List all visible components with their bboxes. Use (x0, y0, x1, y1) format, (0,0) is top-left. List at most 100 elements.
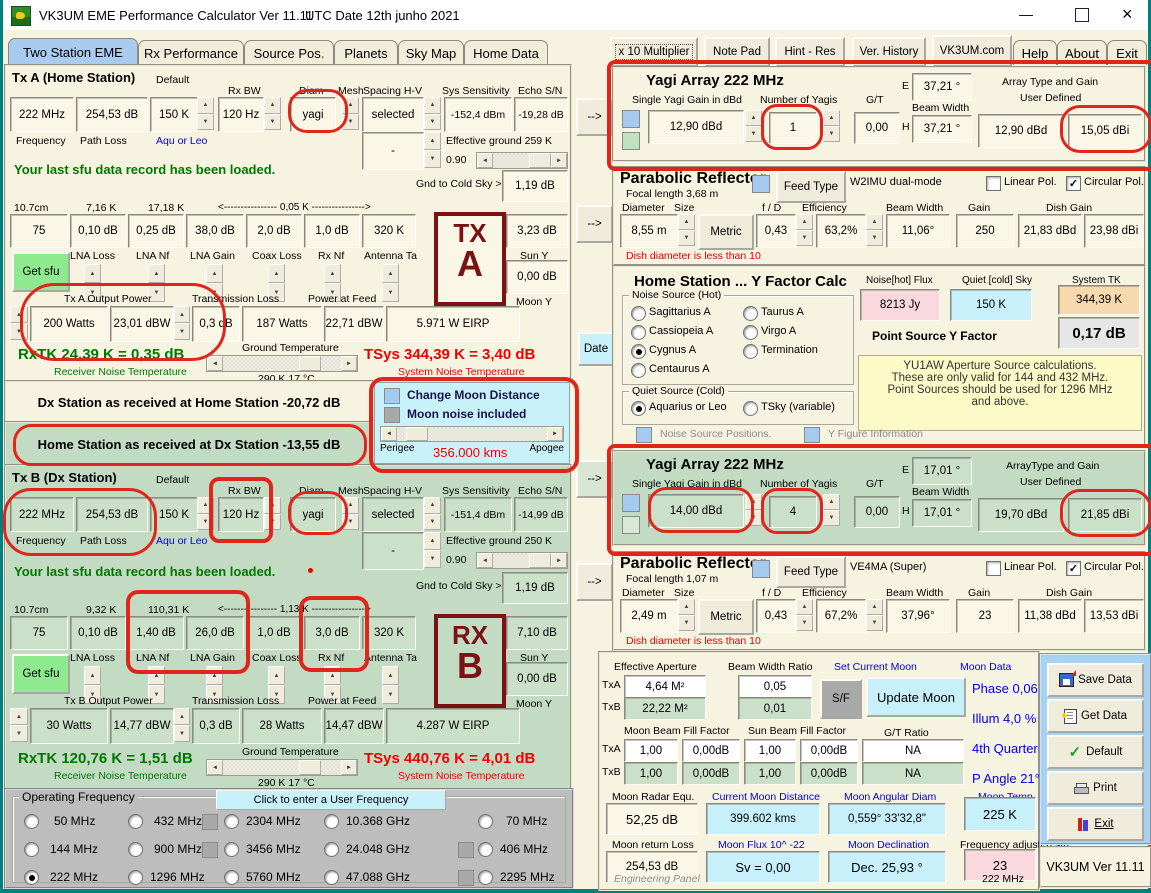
dish1-feed-icon[interactable] (752, 175, 770, 193)
yagi1-blue-icon[interactable] (622, 110, 640, 128)
txb-rxbw-spinner[interactable] (264, 497, 281, 530)
moon-distance-scrollbar[interactable] (380, 426, 564, 442)
engineering-panel-label[interactable]: Engineering Panel (614, 873, 700, 885)
yagi1-gain-spinner[interactable] (745, 110, 762, 142)
txa-transloss-spinner[interactable] (174, 306, 190, 340)
radio-termination[interactable] (743, 344, 758, 359)
txb-temp-spinner[interactable] (197, 497, 214, 530)
txa-mesh-spinner[interactable] (342, 97, 359, 130)
dish1-linear-checkbox[interactable] (986, 176, 1001, 191)
sf-button[interactable]: S/F (820, 679, 862, 719)
maximize-button[interactable] (1075, 8, 1089, 22)
noise-source-positions-icon[interactable] (636, 427, 652, 443)
dish1-circular-checkbox[interactable] (1066, 176, 1081, 191)
radio-cygnus[interactable] (631, 344, 646, 359)
vk3um-site-button[interactable]: VK3UM.com (932, 35, 1012, 67)
radio-cassiopeia[interactable] (631, 325, 646, 340)
scroll-right-icon[interactable] (547, 427, 563, 441)
txa-groundtemp-slider[interactable] (206, 355, 358, 372)
scroll-left-icon[interactable] (207, 356, 223, 371)
txb-aqu-link[interactable]: Aqu or Leo (156, 535, 207, 547)
scroll-right-icon[interactable] (551, 553, 567, 568)
tab-rx-performance[interactable]: Rx Performance (138, 40, 244, 65)
minimize-button[interactable]: — (1019, 6, 1033, 22)
radio-2295mhz[interactable] (478, 870, 493, 885)
radio-virgo[interactable] (743, 325, 758, 340)
transfer-arrow-button-1[interactable]: --> (576, 98, 613, 136)
user-frequency-button[interactable]: Click to enter a User Frequency (216, 790, 446, 810)
txb-power-spinner[interactable] (10, 708, 28, 742)
radio-3456mhz[interactable] (224, 842, 239, 857)
txa-spacing2-spinner[interactable] (424, 132, 441, 168)
y-figure-info-icon[interactable] (804, 427, 820, 443)
x10-multiplier-button[interactable]: x 10 Multiplier (610, 37, 698, 67)
tab-planets[interactable]: Planets (334, 40, 398, 65)
close-button[interactable]: × (1122, 4, 1133, 25)
transfer-arrow-button-3[interactable]: --> (576, 460, 613, 498)
yagi2-blue-icon[interactable] (622, 494, 640, 512)
txa-get-sfu-button[interactable]: Get sfu (12, 252, 70, 292)
txa-temp-spinner[interactable] (197, 97, 214, 130)
dish1-fd-spinner[interactable] (796, 214, 813, 246)
txa-spacing-spinner[interactable] (424, 97, 441, 130)
dish1-metric-button[interactable]: Metric (698, 214, 754, 250)
transfer-arrow-button-2[interactable]: --> (576, 205, 613, 243)
txa-rxbw-spinner[interactable] (264, 97, 281, 130)
txb-ground-scrollbar[interactable] (476, 552, 568, 569)
radio-10368ghz[interactable] (324, 814, 339, 829)
scroll-right-icon[interactable] (341, 760, 357, 775)
dish2-circular-checkbox[interactable] (1066, 561, 1081, 576)
tab-help[interactable]: Help (1013, 40, 1057, 65)
scroll-right-icon[interactable] (551, 153, 567, 168)
dish2-fd-spinner[interactable] (796, 599, 813, 631)
print-button[interactable]: Print (1047, 771, 1144, 805)
hint-res-button[interactable]: Hint - Res (775, 37, 845, 67)
txa-antta-spinner[interactable] (382, 264, 399, 302)
scroll-left-icon[interactable] (381, 427, 397, 441)
dish2-metric-button[interactable]: Metric (698, 599, 754, 635)
save-data-button[interactable]: Save Data (1047, 663, 1144, 697)
yagi2-num-spinner[interactable] (823, 494, 840, 526)
tab-about[interactable]: About (1057, 40, 1107, 65)
scroll-right-icon[interactable] (341, 356, 357, 371)
txa-power-spinner[interactable] (10, 306, 28, 340)
dish1-feed-type-button[interactable]: Feed Type (776, 171, 846, 203)
radio-5760mhz[interactable] (224, 870, 239, 885)
dish2-linear-checkbox[interactable] (986, 561, 1001, 576)
scroll-left-icon[interactable] (477, 153, 493, 168)
date-button[interactable]: Date (578, 332, 614, 366)
radio-sagittarius[interactable] (631, 306, 646, 321)
tab-two-station-eme[interactable]: Two Station EME (8, 38, 138, 65)
dish2-feed-icon[interactable] (752, 560, 770, 578)
yagi2-gain-spinner[interactable] (745, 494, 762, 526)
dish2-size-spinner[interactable] (678, 599, 695, 631)
radio-70mhz[interactable] (478, 814, 493, 829)
txb-groundtemp-slider[interactable] (206, 759, 358, 776)
radio-47088ghz[interactable] (324, 870, 339, 885)
txa-aqu-link[interactable]: Aqu or Leo (156, 135, 207, 147)
tab-home-data[interactable]: Home Data (464, 40, 548, 65)
change-moon-distance-icon[interactable] (384, 388, 400, 404)
default-button[interactable]: ✓ Default (1047, 735, 1144, 769)
radio-144mhz[interactable] (24, 842, 39, 857)
radio-1296mhz[interactable] (128, 870, 143, 885)
yagi2-green-icon[interactable] (622, 516, 640, 534)
radio-222mhz[interactable] (24, 870, 39, 885)
txb-spacing-spinner[interactable] (424, 497, 441, 530)
radio-24048ghz[interactable] (324, 842, 339, 857)
radio-900mhz[interactable] (128, 842, 143, 857)
radio-aquarius[interactable] (631, 401, 646, 416)
radio-taur[interactable] (743, 306, 758, 321)
tab-sky-map[interactable]: Sky Map (398, 40, 464, 65)
dish2-feed-type-button[interactable]: Feed Type (776, 556, 846, 588)
transfer-arrow-button-4[interactable]: --> (576, 563, 613, 601)
dish1-size-spinner[interactable] (678, 214, 695, 246)
txb-transloss-spinner[interactable] (174, 708, 190, 742)
scroll-left-icon[interactable] (477, 553, 493, 568)
radio-tsky[interactable] (743, 401, 758, 416)
moon-noise-icon[interactable] (384, 407, 400, 423)
txb-spacing2-spinner[interactable] (424, 532, 441, 568)
scroll-left-icon[interactable] (207, 760, 223, 775)
radio-2304mhz[interactable] (224, 814, 239, 829)
update-moon-button[interactable]: Update Moon (866, 677, 966, 717)
